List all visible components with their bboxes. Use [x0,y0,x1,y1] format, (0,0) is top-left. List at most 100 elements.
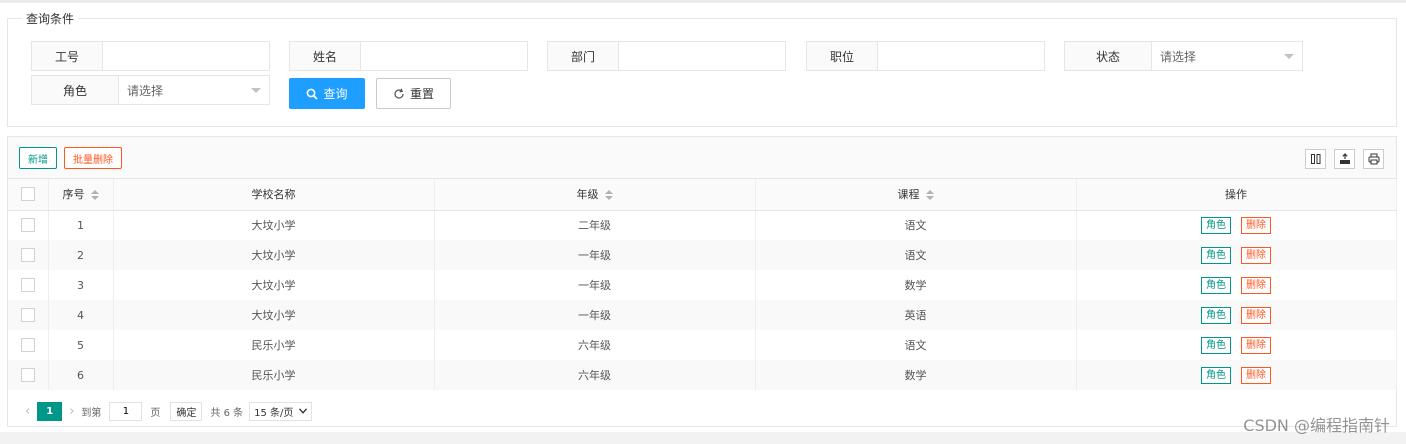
chevron-down-icon [251,88,261,93]
table-row: 3 大坟小学 一年级 数学 角色 删除 [8,270,1397,300]
row-delete-button[interactable]: 删除 [1241,336,1271,354]
print-icon[interactable] [1363,149,1384,169]
row-index: 1 [48,210,114,240]
columns-filter-icon[interactable] [1305,149,1326,169]
batch-delete-button[interactable]: 批量删除 [64,147,122,169]
position-field: 职位 [806,41,1045,71]
row-school: 民乐小学 [113,330,435,360]
row-checkbox-cell[interactable] [8,360,49,390]
row-grade: 一年级 [434,300,756,330]
current-page-button[interactable]: 1 [37,401,63,421]
row-index: 4 [48,300,114,330]
row-checkbox-cell[interactable] [8,270,49,300]
goto-confirm-button[interactable]: 确定 [170,401,203,421]
row-checkbox[interactable] [20,248,35,262]
table-row: 2 大坟小学 一年级 语文 角色 删除 [8,240,1397,270]
row-course: 语文 [755,240,1077,270]
row-role-button[interactable]: 角色 [1201,276,1231,294]
position-input[interactable] [878,42,1044,70]
total-count: 共 6 条 [210,407,244,419]
export-icon[interactable] [1334,149,1355,169]
role-select-value: 请选择 [127,83,164,98]
row-checkbox-cell[interactable] [8,210,49,240]
next-page-icon[interactable]: › [69,404,74,419]
sort-icon[interactable] [925,190,934,201]
row-school: 民乐小学 [113,360,435,390]
select-all-checkbox[interactable] [20,187,35,202]
sort-icon[interactable] [90,190,99,201]
row-delete-button[interactable]: 删除 [1241,306,1271,324]
row-checkbox[interactable] [20,338,35,352]
row-school: 大坟小学 [113,300,435,330]
page-size-select[interactable]: 15 条/页 [249,401,313,421]
role-field: 角色 请选择 [31,75,270,105]
row-delete-button[interactable]: 删除 [1241,276,1271,294]
row-delete-button[interactable]: 删除 [1241,366,1271,384]
row-index: 2 [48,240,114,270]
select-all-checkbox-cell[interactable] [8,179,49,211]
sort-icon[interactable] [604,190,613,201]
department-input[interactable] [619,42,785,70]
row-course: 英语 [755,300,1077,330]
table-row: 1 大坟小学 二年级 语文 角色 删除 [8,210,1397,240]
row-role-button[interactable]: 角色 [1201,216,1231,234]
prev-page-icon[interactable]: ‹ [25,404,30,419]
row-actions: 角色 删除 [1076,210,1397,240]
search-button[interactable]: 查询 [289,78,365,109]
col-grade-header[interactable]: 年级 [434,179,756,211]
department-label: 部门 [548,42,619,70]
name-field: 姓名 [289,41,528,71]
department-field: 部门 [547,41,786,71]
page: 查询条件 工号 姓名 部门 职位 状态 请选择 角色 请选择 查询 重置 新增 … [0,0,1406,444]
status-select-value: 请选择 [1160,49,1197,64]
col-actions-label: 操作 [1225,188,1247,202]
pagination: ‹ 1 › 到第 页 确定 共 6 条 15 条/页 [8,395,1396,427]
row-checkbox[interactable] [20,368,35,382]
row-role-button[interactable]: 角色 [1201,366,1231,384]
row-school: 大坟小学 [113,210,435,240]
table-row: 6 民乐小学 六年级 数学 角色 删除 [8,360,1397,390]
row-checkbox[interactable] [20,308,35,322]
status-label: 状态 [1065,42,1152,70]
row-checkbox[interactable] [20,278,35,292]
goto-label: 到第 [81,407,102,419]
col-course-label: 课程 [897,188,920,202]
table-header-row: 序号 学校名称 年级 课程 操作 [8,179,1397,211]
col-school-header: 学校名称 [113,179,435,211]
role-select[interactable]: 请选择 [119,76,269,104]
reset-button[interactable]: 重置 [376,78,451,109]
row-checkbox[interactable] [20,218,35,233]
chevron-down-icon [299,408,308,414]
employee-id-input[interactable] [103,42,269,70]
row-actions: 角色 删除 [1076,270,1397,300]
col-index-label: 序号 [62,188,85,202]
row-checkbox-cell[interactable] [8,330,49,360]
table-row: 5 民乐小学 六年级 语文 角色 删除 [8,330,1397,360]
status-select[interactable]: 请选择 [1152,42,1302,70]
row-role-button[interactable]: 角色 [1201,246,1231,264]
row-delete-button[interactable]: 删除 [1241,246,1271,264]
row-grade: 一年级 [434,240,756,270]
table-row: 4 大坟小学 一年级 英语 角色 删除 [8,300,1397,330]
employee-id-label: 工号 [32,42,103,70]
search-button-label: 查询 [323,87,348,101]
row-checkbox-cell[interactable] [8,240,49,270]
row-index: 5 [48,330,114,360]
row-checkbox-cell[interactable] [8,300,49,330]
row-school: 大坟小学 [113,270,435,300]
row-actions: 角色 删除 [1076,240,1397,270]
table-toolbar: 新增 批量删除 [8,137,1396,179]
col-course-header[interactable]: 课程 [755,179,1077,211]
add-button[interactable]: 新增 [19,147,57,169]
row-role-button[interactable]: 角色 [1201,306,1231,324]
row-role-button[interactable]: 角色 [1201,336,1231,354]
col-index-header[interactable]: 序号 [48,179,114,211]
row-index: 3 [48,270,114,300]
name-input[interactable] [361,42,527,70]
row-delete-button[interactable]: 删除 [1241,216,1271,234]
row-grade: 二年级 [434,210,756,240]
refresh-icon [394,88,404,99]
employee-id-field: 工号 [31,41,270,71]
col-actions-header: 操作 [1076,179,1397,211]
goto-page-input[interactable] [109,401,143,421]
